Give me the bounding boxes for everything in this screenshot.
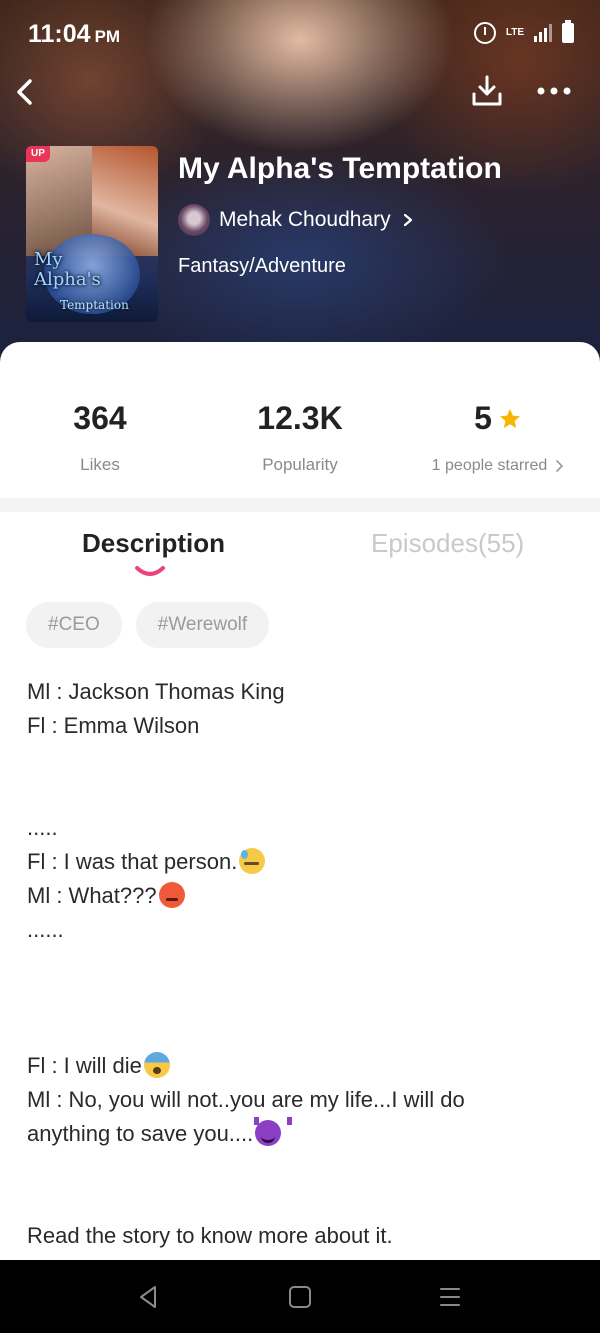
status-time: 11:04 PM <box>28 20 120 49</box>
stat-likes: 364 Likes <box>0 400 200 475</box>
desc-line: ..... <box>27 815 58 840</box>
desc-line-with-emoji: Ml : What??? <box>27 879 577 913</box>
tab-bar: Description Episodes(55) <box>0 528 600 578</box>
stats-row: 364 Likes 12.3K Popularity 5 1 people st… <box>0 400 600 480</box>
description-text: Ml : Jackson Thomas King Fl : Emma Wilso… <box>27 675 577 1253</box>
likes-value: 364 <box>73 400 127 436</box>
tag-chip[interactable]: #CEO <box>26 602 122 648</box>
cover-title: My Alpha's <box>34 250 101 290</box>
sweat-face-emoji-icon <box>239 848 266 874</box>
back-arrow-icon[interactable] <box>12 76 40 108</box>
likes-label: Likes <box>80 455 120 474</box>
cover-title-line2: Alpha's <box>34 269 101 290</box>
cover-title-line1: My <box>34 249 63 270</box>
top-actions <box>0 70 600 114</box>
status-bar: 11:04 PM LTE <box>0 0 600 64</box>
book-genre[interactable]: Fantasy/Adventure <box>178 255 346 278</box>
chevron-right-icon <box>556 460 564 472</box>
popularity-label: Popularity <box>262 455 338 474</box>
desc-line: Fl : I was that person. <box>27 849 238 874</box>
nav-back-icon[interactable] <box>136 1284 160 1310</box>
desc-line-with-emoji: anything to save you.... <box>27 1117 577 1151</box>
rating-value: 5 <box>474 400 492 436</box>
desc-line-with-emoji: Fl : I will die <box>27 1049 577 1083</box>
desc-line: Ml : No, you will not..you are my life..… <box>27 1087 465 1112</box>
tag-list: #CEO #Werewolf <box>26 602 270 648</box>
up-badge: UP <box>26 146 50 162</box>
tab-description[interactable]: Description <box>82 528 225 559</box>
book-title: My Alpha's Temptation <box>178 152 502 185</box>
stat-popularity: 12.3K Popularity <box>200 400 400 475</box>
rating-value-group: 5 <box>474 400 522 437</box>
battery-icon <box>562 20 574 43</box>
more-options-icon[interactable] <box>536 80 572 102</box>
download-icon[interactable] <box>470 74 504 108</box>
tag-chip[interactable]: #Werewolf <box>135 602 270 648</box>
desc-line: Ml : Jackson Thomas King <box>27 679 285 704</box>
details-sheet: 364 Likes 12.3K Popularity 5 1 people st… <box>0 342 600 1260</box>
desc-line: Fl : Emma Wilson <box>27 713 200 738</box>
status-icons: LTE <box>473 20 574 44</box>
network-label: LTE <box>505 27 524 38</box>
clock-time: 11:04 <box>28 20 91 48</box>
cover-subtitle: Temptation <box>60 298 129 312</box>
star-icon <box>499 408 520 428</box>
desc-line: ...... <box>27 917 64 942</box>
desc-line: Fl : I will die <box>27 1053 142 1078</box>
alarm-icon <box>473 22 496 44</box>
popularity-value: 12.3K <box>257 400 343 436</box>
people-starred-link[interactable]: 1 people starred <box>432 457 565 475</box>
book-cover[interactable]: My Alpha's Temptation <box>26 146 158 322</box>
author-link[interactable]: Mehak Choudhary <box>178 204 415 236</box>
author-avatar <box>178 204 210 236</box>
chevron-right-icon <box>403 213 412 227</box>
signal-icon <box>534 24 552 42</box>
desc-line: Read the story to know more about it. <box>27 1223 393 1248</box>
desc-line: anything to save you.... <box>27 1121 254 1146</box>
active-tab-indicator <box>135 566 165 576</box>
angry-face-emoji-icon <box>158 882 185 908</box>
system-nav-bar <box>0 1260 600 1333</box>
author-name: Mehak Choudhary <box>219 208 391 231</box>
desc-line-with-emoji: Fl : I was that person. <box>27 845 577 879</box>
desc-line: Ml : What??? <box>27 883 157 908</box>
nav-home-icon[interactable] <box>289 1286 311 1308</box>
devil-face-emoji-icon <box>254 1117 293 1146</box>
tab-episodes[interactable]: Episodes(55) <box>371 528 524 559</box>
rating-label: 1 people starred <box>431 457 548 474</box>
book-header: 11:04 PM LTE My Alpha's Temptation UP My A… <box>0 0 600 370</box>
clock-ampm: PM <box>94 27 121 46</box>
section-divider <box>0 498 600 512</box>
stat-rating[interactable]: 5 1 people starred <box>398 400 598 475</box>
fearful-face-emoji-icon <box>143 1052 170 1078</box>
nav-menu-icon[interactable] <box>439 1286 461 1308</box>
